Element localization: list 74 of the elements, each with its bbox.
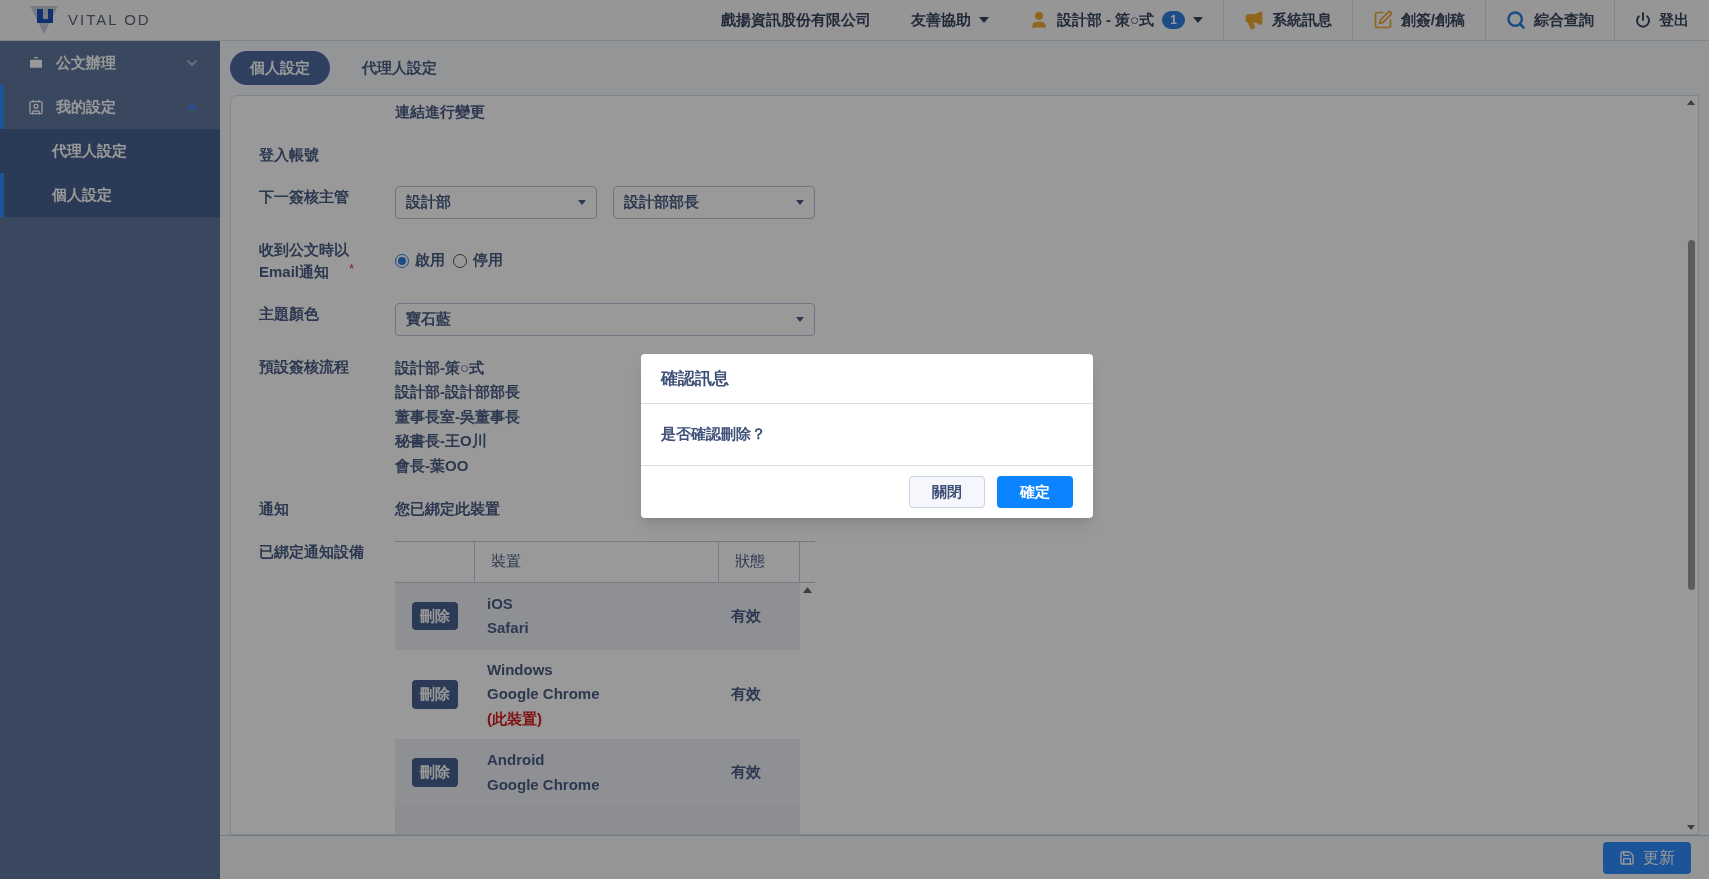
- caret-icon: [796, 316, 804, 322]
- delete-button[interactable]: 刪除: [412, 601, 458, 631]
- edit-icon: [1372, 10, 1393, 30]
- caret-icon: [578, 199, 586, 205]
- dialog-message: 是否確認刪除？: [661, 424, 766, 445]
- modal-backdrop[interactable]: [0, 0, 1709, 879]
- select-field[interactable]: 設計部: [395, 185, 597, 219]
- status-cell-text: 有效: [730, 605, 762, 626]
- device-name: Google Chrome: [487, 684, 601, 704]
- scroll-up-icon[interactable]: [803, 586, 812, 593]
- user-menu[interactable]: 設計部 - 策○式 1: [1008, 0, 1223, 40]
- compose-menu[interactable]: 創簽/創稿: [1351, 0, 1485, 40]
- device-name: Windows: [487, 659, 554, 680]
- update-button[interactable]: 更新: [1603, 841, 1691, 874]
- field-label: 登入帳號: [259, 144, 319, 165]
- radio-button[interactable]: [395, 253, 409, 268]
- field-label: 預設簽核流程: [259, 356, 349, 377]
- save-icon: [1619, 849, 1635, 866]
- radio-option[interactable]: 停用: [453, 249, 503, 272]
- select-field[interactable]: 設計部部長: [613, 185, 815, 219]
- dialog-title: 確認訊息: [661, 367, 729, 390]
- column-header: 裝置: [475, 541, 719, 582]
- caret-icon: [1192, 17, 1203, 23]
- logout-menu[interactable]: 登出: [1614, 0, 1709, 40]
- device-name: Google Chrome: [487, 774, 601, 795]
- caret-icon: [978, 17, 989, 23]
- tab[interactable]: 代理人設定: [342, 51, 457, 85]
- device-name: Safari: [487, 618, 530, 638]
- column-header: 狀態: [719, 541, 800, 582]
- profile-card-icon: [28, 99, 44, 115]
- field-label: 收到公文時以 Email通知: [259, 239, 349, 282]
- field-label: 下一簽核主管: [259, 186, 349, 207]
- device-name: Android: [487, 750, 546, 770]
- logo-icon: [28, 6, 60, 34]
- close-button[interactable]: 關閉: [909, 476, 985, 508]
- confirm-button[interactable]: 確定: [997, 476, 1073, 508]
- field-label: 已綁定通知設備: [259, 541, 364, 562]
- status-cell-text: 有效: [730, 762, 762, 783]
- company-name: 戲揚資訊股份有限公司: [719, 9, 872, 30]
- flow-step: 董事長室-吳董事長: [395, 404, 520, 429]
- megaphone-icon: [1243, 10, 1264, 30]
- tab[interactable]: 個人設定: [230, 51, 330, 85]
- device-name: iOS: [487, 593, 514, 614]
- scrollbar-thumb[interactable]: [1687, 240, 1695, 590]
- messages-menu[interactable]: 系統訊息: [1222, 0, 1352, 40]
- flow-step: 設計部-設計部部長: [395, 380, 520, 405]
- dropdown-menu[interactable]: 友善協助: [890, 0, 1009, 40]
- radio-option[interactable]: 啟用: [395, 249, 445, 272]
- delete-button[interactable]: 刪除: [412, 758, 458, 787]
- field-label: 通知: [259, 499, 289, 519]
- flow-step: 秘書長-王O川: [395, 429, 520, 454]
- flow-step: 設計部-策○式: [395, 355, 520, 380]
- scroll-up-icon[interactable]: [1687, 100, 1695, 105]
- status-cell-text: 有效: [730, 684, 762, 704]
- power-icon: [1635, 12, 1651, 28]
- sidebar-item[interactable]: 公文辦理: [0, 41, 220, 85]
- required-mark: *: [349, 260, 355, 278]
- change-link-note: 連結進行變更: [395, 102, 485, 122]
- field-value: 您已綁定此裝置: [395, 499, 500, 519]
- delete-button[interactable]: 刪除: [412, 680, 458, 709]
- current-device-note: (此裝置): [487, 708, 543, 729]
- count-badge: 1: [1162, 11, 1185, 29]
- scroll-down-icon[interactable]: [1687, 825, 1695, 830]
- flow-step: 會長-葉OO: [395, 453, 520, 478]
- field-label: 主題顏色: [259, 303, 319, 324]
- logo-text: VITAL OD: [68, 9, 151, 30]
- select-field[interactable]: 寶石藍: [395, 302, 815, 336]
- radio-button[interactable]: [453, 253, 467, 268]
- search-icon: [1506, 10, 1526, 30]
- caret-icon: [796, 199, 804, 205]
- sidebar-subitem[interactable]: 個人設定: [0, 173, 220, 217]
- search-menu[interactable]: 綜合查詢: [1485, 0, 1614, 40]
- briefcase-icon: [28, 55, 44, 71]
- sidebar-subitem[interactable]: 代理人設定: [0, 129, 220, 173]
